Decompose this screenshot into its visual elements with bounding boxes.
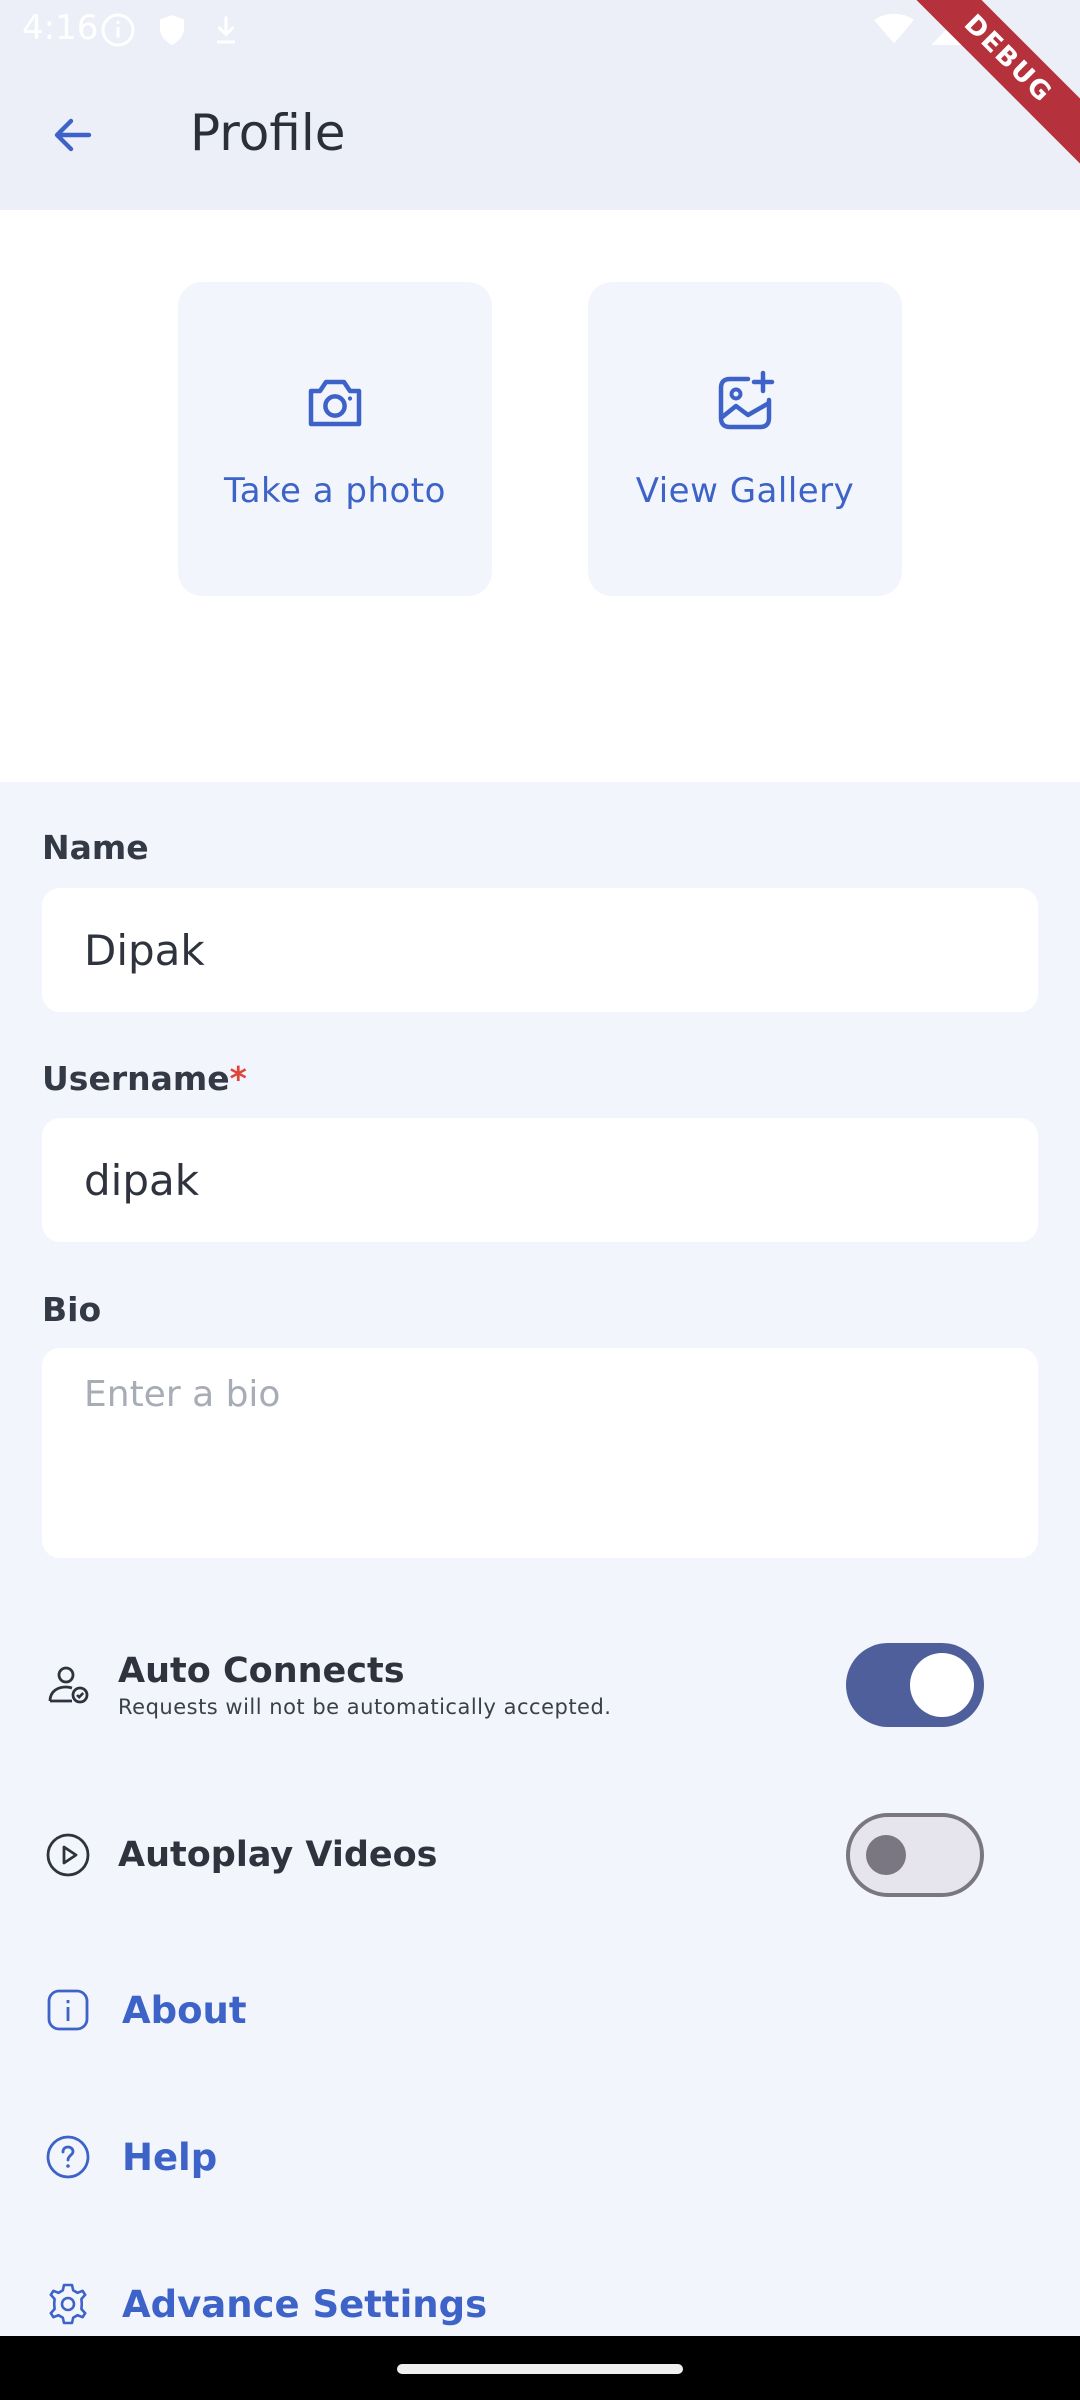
auto-connects-subtitle: Requests will not be automatically accep… xyxy=(118,1695,612,1719)
app-bar: Profile xyxy=(0,60,1080,210)
play-circle-icon xyxy=(42,1829,94,1881)
help-icon xyxy=(42,2131,94,2183)
auto-connects-row: Auto Connects Requests will not be autom… xyxy=(42,1640,1038,1730)
autoplay-videos-text: Autoplay Videos xyxy=(118,1835,438,1875)
back-button[interactable] xyxy=(40,102,106,168)
wifi-icon xyxy=(874,12,914,52)
autoplay-videos-row: Autoplay Videos xyxy=(42,1810,1038,1900)
take-photo-button[interactable]: Take a photo xyxy=(178,282,492,596)
take-photo-label: Take a photo xyxy=(224,471,446,511)
username-label: Username* xyxy=(42,1059,247,1098)
status-notification-icons xyxy=(100,12,244,52)
page-title: Profile xyxy=(190,104,346,162)
info-status-icon xyxy=(100,12,136,52)
system-navigation-bar xyxy=(0,2336,1080,2400)
download-status-icon xyxy=(208,12,244,52)
arrow-left-icon xyxy=(54,118,92,152)
auto-connects-toggle[interactable] xyxy=(846,1643,984,1727)
photo-options: Take a photo View Gallery xyxy=(0,210,1080,782)
auto-connects-text: Auto Connects Requests will not be autom… xyxy=(118,1651,611,1719)
help-link[interactable]: Help xyxy=(42,2125,1038,2189)
home-gesture-handle[interactable] xyxy=(397,2364,683,2374)
shield-status-icon xyxy=(154,12,190,52)
autoplay-videos-toggle[interactable] xyxy=(846,1813,984,1897)
name-label: Name xyxy=(42,828,149,867)
toggle-knob xyxy=(866,1835,906,1875)
view-gallery-button[interactable]: View Gallery xyxy=(588,282,902,596)
about-link[interactable]: About xyxy=(42,1978,1038,2042)
required-marker: * xyxy=(229,1059,247,1098)
advance-settings-link[interactable]: Advance Settings xyxy=(42,2272,1038,2336)
name-field[interactable]: Dipak xyxy=(42,888,1038,1012)
gear-icon xyxy=(42,2278,94,2330)
autoplay-videos-title: Autoplay Videos xyxy=(118,1835,438,1875)
bio-field[interactable]: Enter a bio xyxy=(42,1348,1038,1558)
view-gallery-label: View Gallery xyxy=(635,471,855,511)
advance-settings-label: Advance Settings xyxy=(122,2282,488,2326)
status-time: 4:16 xyxy=(22,8,99,48)
gallery-add-icon xyxy=(709,367,781,443)
username-field[interactable]: dipak xyxy=(42,1118,1038,1242)
help-label: Help xyxy=(122,2135,218,2179)
auto-connects-title: Auto Connects xyxy=(118,1651,405,1691)
username-label-text: Username xyxy=(42,1059,230,1098)
info-icon xyxy=(42,1984,94,2036)
user-check-icon xyxy=(42,1659,94,1711)
about-label: About xyxy=(122,1988,247,2032)
status-bar: 4:16 xyxy=(0,0,1080,60)
toggle-knob xyxy=(910,1653,974,1717)
bio-label: Bio xyxy=(42,1290,102,1329)
bio-placeholder: Enter a bio xyxy=(84,1374,281,1415)
camera-icon xyxy=(299,367,371,443)
